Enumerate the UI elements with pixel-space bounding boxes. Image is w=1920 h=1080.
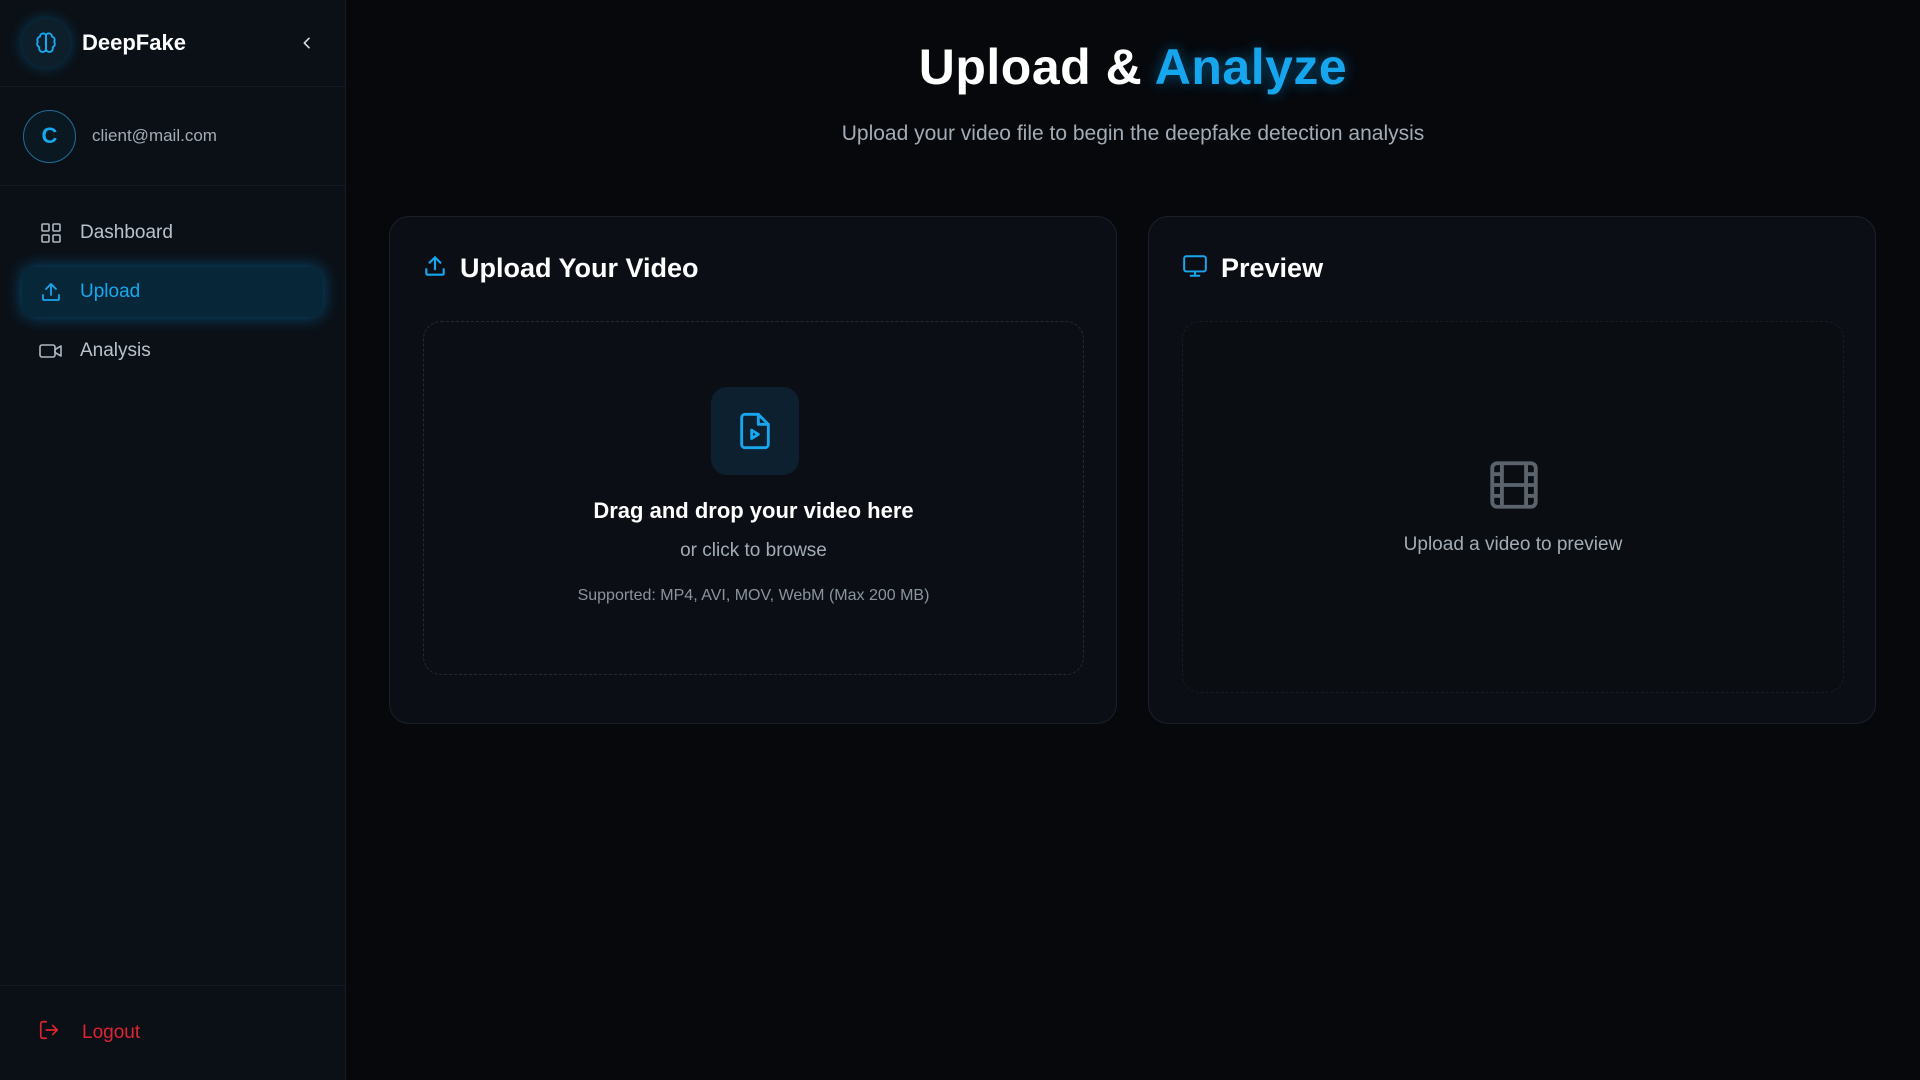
brain-icon xyxy=(22,19,70,67)
page-title-accent: Analyze xyxy=(1154,39,1348,95)
video-file-icon xyxy=(711,387,799,475)
preview-card-header: Preview xyxy=(1181,253,1323,284)
monitor-icon xyxy=(1181,253,1209,284)
user-profile: C client@mail.com xyxy=(0,87,345,186)
avatar: C xyxy=(23,109,76,163)
app-root: DeepFake C client@mail.com Dashboard Upl… xyxy=(0,0,1920,1080)
upload-icon xyxy=(38,279,64,305)
collapse-sidebar-button[interactable] xyxy=(291,27,323,59)
sidebar-item-analysis[interactable]: Analysis xyxy=(22,326,323,376)
page-title-main: Upload & xyxy=(918,39,1143,95)
dropzone-title: Drag and drop your video here xyxy=(593,498,914,523)
logout-label: Logout xyxy=(82,1022,141,1043)
upload-card-header: Upload Your Video xyxy=(422,253,699,284)
sidebar: DeepFake C client@mail.com Dashboard Upl… xyxy=(0,0,346,1080)
upload-card-title: Upload Your Video xyxy=(460,253,699,283)
page-title: Upload & Analyze xyxy=(346,38,1920,96)
film-icon xyxy=(1484,455,1544,515)
sidebar-item-label: Analysis xyxy=(80,340,151,361)
logout-icon xyxy=(38,1019,60,1047)
main-content: Upload & Analyze Upload your video file … xyxy=(346,0,1920,1080)
brand-header: DeepFake xyxy=(0,0,345,87)
sidebar-item-dashboard[interactable]: Dashboard xyxy=(22,208,323,258)
preview-card: Preview Upload a video to preview xyxy=(1148,216,1876,724)
app-name: DeepFake xyxy=(82,30,186,55)
logout-section: Logout xyxy=(0,985,345,1080)
dropzone-browse-text: or click to browse xyxy=(680,540,827,561)
preview-card-title: Preview xyxy=(1221,253,1324,283)
sidebar-item-label: Upload xyxy=(80,281,141,302)
page-subtitle: Upload your video file to begin the deep… xyxy=(841,122,1425,145)
upload-icon xyxy=(422,253,448,284)
logout-button[interactable]: Logout xyxy=(38,1019,140,1047)
sidebar-item-label: Dashboard xyxy=(80,222,173,243)
video-preview-area: Upload a video to preview xyxy=(1182,321,1844,693)
grid-icon xyxy=(38,220,64,246)
chevron-left-icon xyxy=(303,37,310,49)
sidebar-item-upload[interactable]: Upload xyxy=(22,267,323,317)
video-dropzone[interactable]: Drag and drop your video here or click t… xyxy=(423,321,1084,675)
user-email: client@mail.com xyxy=(92,126,217,145)
sidebar-nav: Dashboard Upload Analysis xyxy=(0,186,345,385)
upload-card: Upload Your Video Drag and drop your vid… xyxy=(389,216,1117,724)
video-camera-icon xyxy=(38,338,64,364)
supported-formats: Supported: MP4, AVI, MOV, WebM (Max 200 … xyxy=(577,587,930,604)
preview-placeholder-text: Upload a video to preview xyxy=(1403,534,1623,555)
